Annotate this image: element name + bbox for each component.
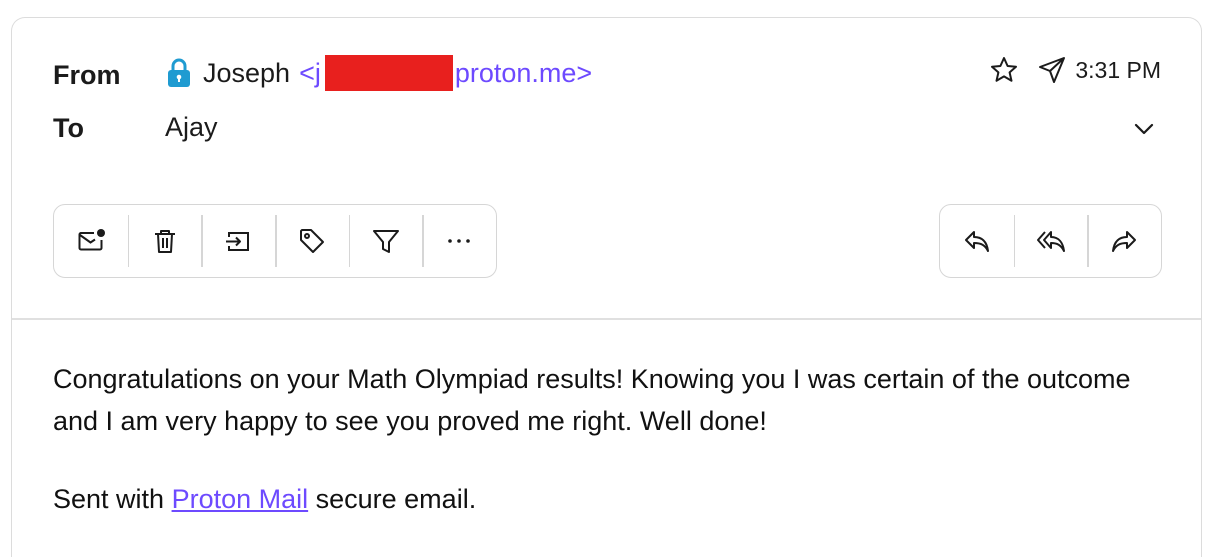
message-time: 3:31 PM — [1075, 56, 1161, 83]
filter-icon — [372, 230, 399, 253]
move-to-button[interactable] — [201, 205, 275, 277]
recipient[interactable]: Ajay — [165, 112, 218, 143]
to-label: To — [53, 113, 84, 143]
signature-prefix: Sent with — [53, 484, 172, 514]
label-button[interactable] — [275, 205, 349, 277]
sender-name: Joseph — [203, 57, 291, 88]
sender-email-suffix: proton.me> — [454, 57, 593, 88]
reply-all-icon — [1036, 231, 1065, 252]
mark-unread-button[interactable] — [54, 205, 128, 277]
header-divider — [12, 318, 1201, 320]
proton-mail-link[interactable]: Proton Mail — [172, 484, 309, 514]
forward-button[interactable] — [1087, 205, 1161, 277]
signature-suffix: secure email. — [308, 484, 477, 514]
message-body-text: Congratulations on your Math Olympiad re… — [53, 364, 1131, 436]
more-dots-icon — [448, 239, 470, 243]
message-meta: 3:31 PM — [989, 54, 1161, 86]
reply-all-button[interactable] — [1013, 205, 1088, 277]
reply-icon — [964, 231, 989, 252]
email-card: From To Joseph <j proton.me> Ajay 3:31 P… — [11, 17, 1202, 557]
reply-toolbar — [939, 204, 1162, 278]
tag-icon — [299, 229, 324, 253]
message-signature: Sent with Proton Mail secure email. — [53, 484, 476, 515]
sender-email[interactable]: <j proton.me> — [299, 55, 592, 91]
forward-icon — [1112, 231, 1137, 252]
from-label: From — [53, 60, 121, 90]
sender[interactable]: Joseph <j proton.me> — [165, 55, 592, 91]
trash-icon — [154, 230, 175, 253]
more-options-button[interactable] — [422, 205, 496, 277]
move-to-folder-icon — [226, 232, 250, 251]
sender-email-prefix: <j — [299, 57, 321, 88]
envelope-unread-icon — [78, 229, 105, 251]
lock-icon — [165, 58, 193, 88]
star-icon[interactable] — [989, 55, 1019, 85]
message-actions-toolbar — [53, 204, 497, 278]
sent-icon — [1039, 57, 1066, 83]
chevron-down-icon[interactable] — [1133, 118, 1155, 140]
trash-button[interactable] — [127, 205, 202, 277]
message-body: Congratulations on your Math Olympiad re… — [53, 358, 1133, 442]
reply-button[interactable] — [940, 205, 1014, 277]
filter-button[interactable] — [348, 205, 423, 277]
redaction-box — [324, 55, 453, 91]
